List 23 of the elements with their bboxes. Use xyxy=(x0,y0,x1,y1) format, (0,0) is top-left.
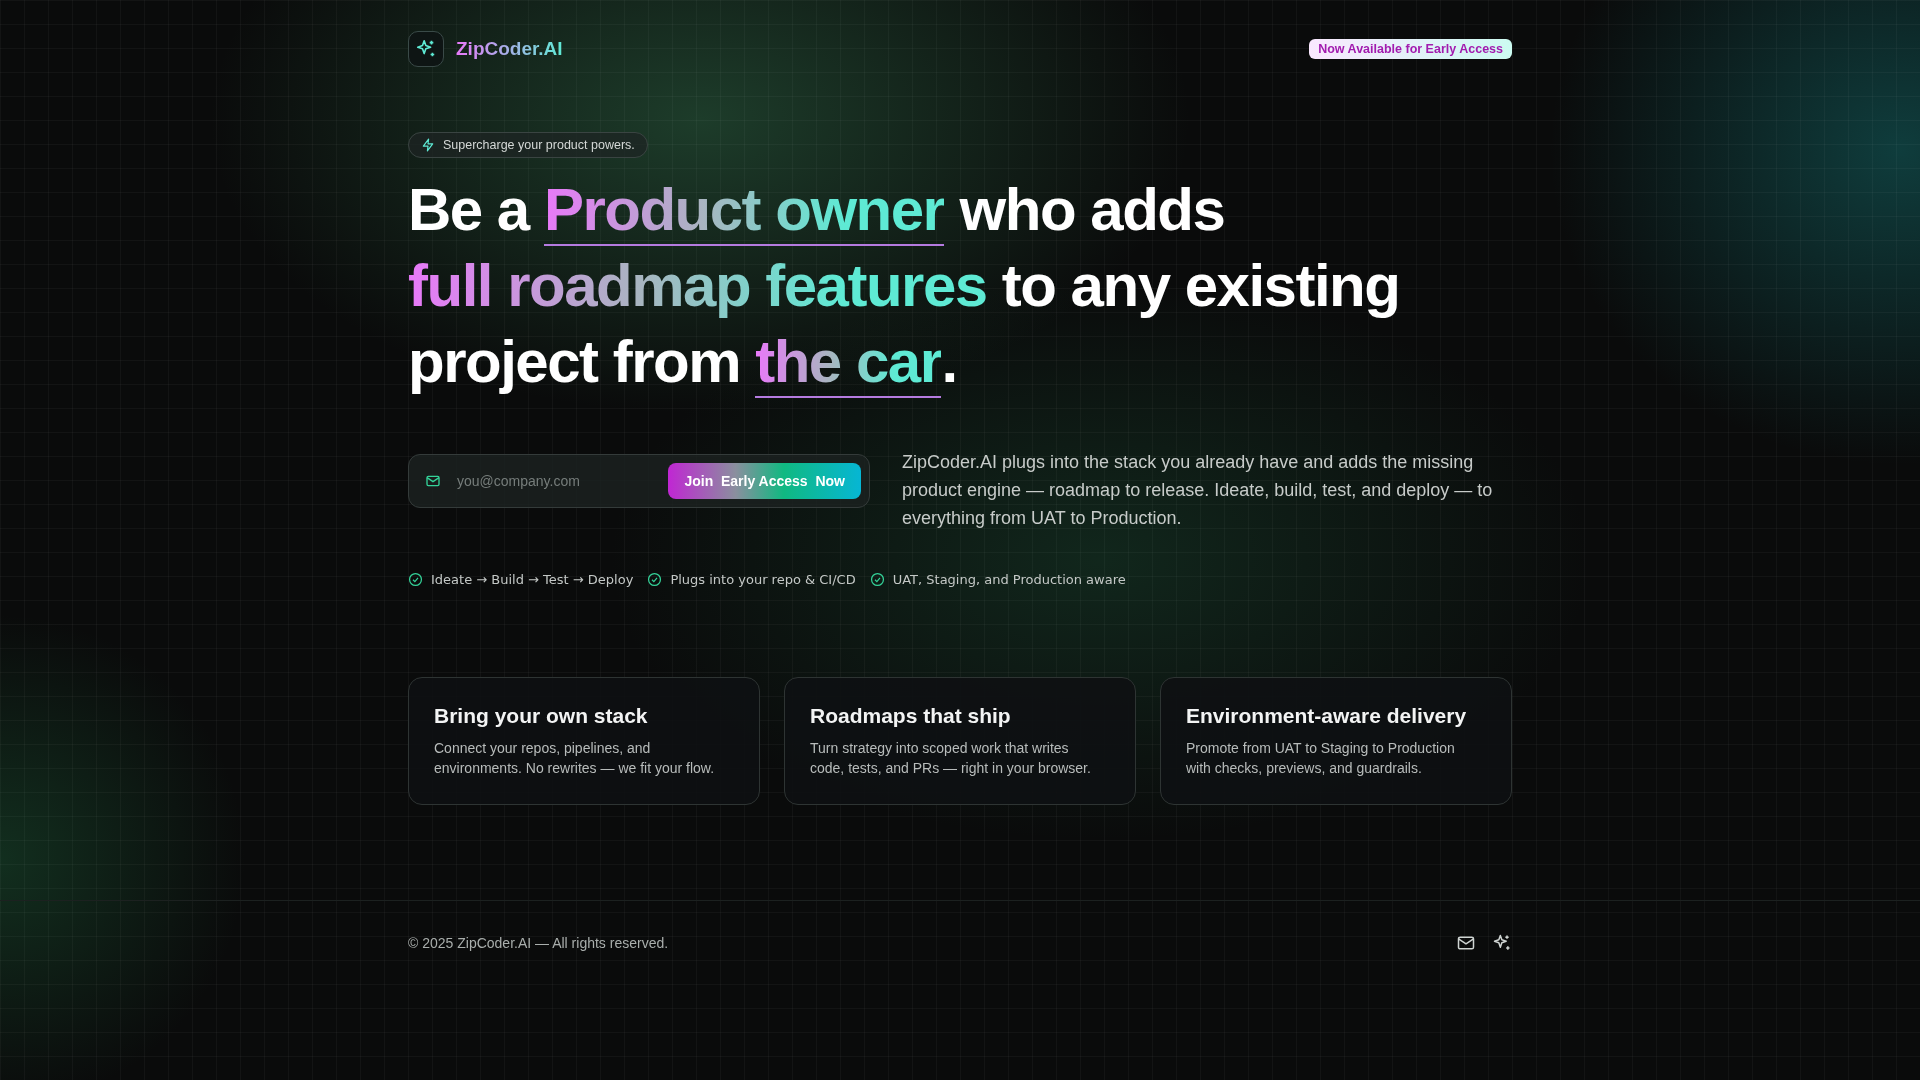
announcement-badge: Now Available for Early Access xyxy=(1309,39,1512,59)
card-title: Environment-aware delivery xyxy=(1186,704,1468,728)
description-text: ZipCoder.AI plugs into the stack you already have and adds the missing product engine — roadmap to release. Ideate, build, test, and deploy — to everything from UAT to Production. xyxy=(902,451,1494,530)
tagline-text: Supercharge your product powers. xyxy=(443,138,635,152)
copyright-text: © 2025 ZipCoder.AI — All rights reserved. xyxy=(408,935,669,951)
feature-check-text: UAT, Staging, and Production aware xyxy=(892,572,1126,587)
feature-check-text: Plugs into your repo & CI/CD xyxy=(670,572,856,587)
card-body: Promote from UAT to Staging to Production with checks, previews, and guardrails. xyxy=(1186,739,1456,778)
check-circle-icon xyxy=(408,572,423,587)
headline: Be a Product owner who adds full roadmap features to any existing project from the car. xyxy=(408,172,1512,400)
card-title: Roadmaps that ship xyxy=(810,704,1012,728)
lightning-icon xyxy=(421,138,435,152)
mail-icon[interactable] xyxy=(1456,933,1476,953)
check-circle-icon xyxy=(869,572,885,587)
check-circle-icon xyxy=(647,572,663,587)
sparkle-logo-icon xyxy=(408,31,444,67)
email-input-field[interactable]: you@company.com xyxy=(449,473,661,489)
sparkle-icon[interactable] xyxy=(1492,933,1512,953)
card-title: Bring your own stack xyxy=(434,704,649,728)
card-body: Turn strategy into scoped work that writes code, tests, and PRs — right in your browser. xyxy=(810,739,1092,778)
mail-icon xyxy=(425,473,441,489)
feature-check-text: Ideate → Build → Test → Deploy xyxy=(431,572,634,587)
card-body: Connect your repos, pipelines, and environments. No rewrites — we fit your flow. xyxy=(434,739,716,778)
